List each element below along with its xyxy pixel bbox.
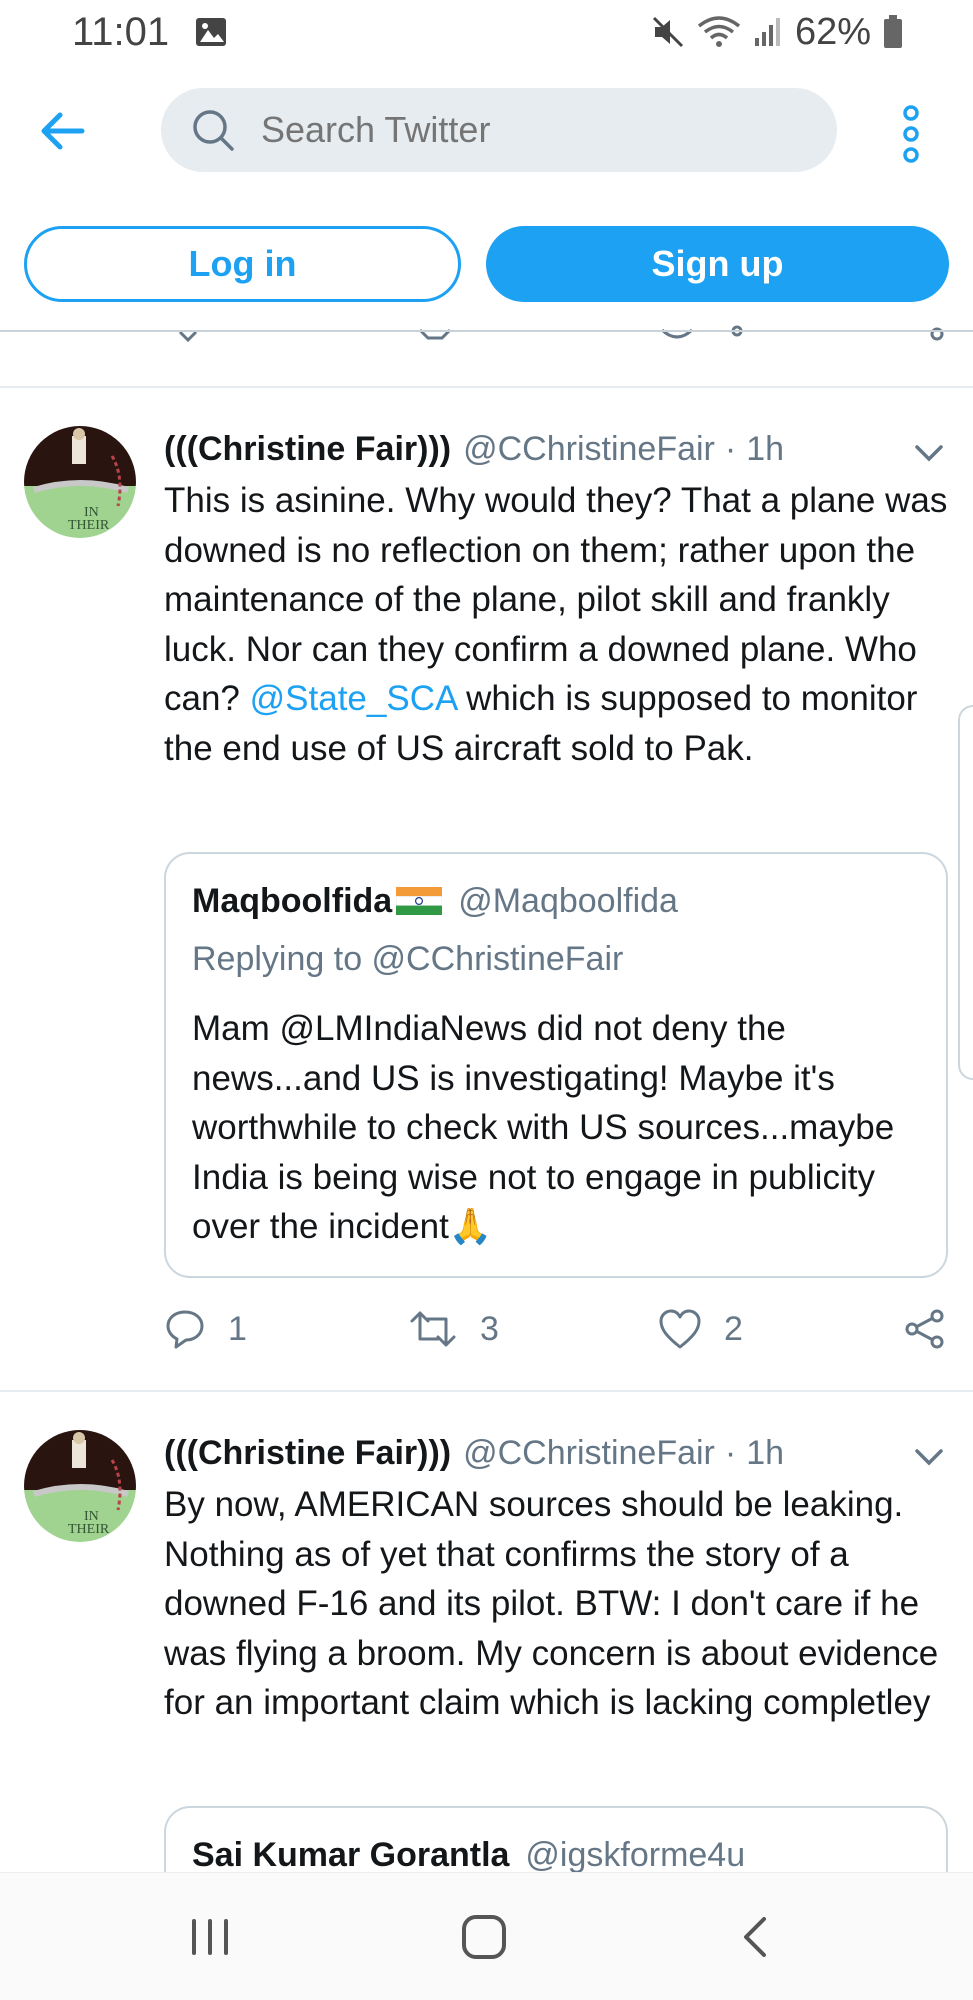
status-time: 11:01 <box>72 10 170 54</box>
wifi-icon <box>697 16 741 47</box>
avatar-image: IN THEIR <box>24 1430 136 1542</box>
tweet-timestamp[interactable]: 1h <box>746 430 784 469</box>
tweet-author-name[interactable]: (((Christine Fair))) <box>164 430 451 469</box>
retweet-count: 3 <box>480 1309 499 1348</box>
system-navigation-bar <box>0 1872 973 2000</box>
tweet-dot: · <box>724 1433 737 1472</box>
tweet-timestamp[interactable]: 1h <box>746 1434 784 1473</box>
quoted-tweet-text: Mam @LMIndiaNews did not deny the news..… <box>192 1009 895 1246</box>
scroll-indicator[interactable] <box>958 705 973 1080</box>
mention-link[interactable]: @State_SCA <box>250 679 457 718</box>
tweet-dot: · <box>724 429 737 468</box>
tweet-header: (((Christine Fair))) @CChristineFair · 1… <box>164 1428 784 1478</box>
india-flag-icon <box>396 887 443 915</box>
tweet-text: This is asinine. Why would they? That a … <box>164 476 954 773</box>
auth-buttons: Log in Sign up <box>0 226 973 302</box>
back-nav-icon[interactable] <box>740 1915 770 1959</box>
reply-count: 1 <box>228 1309 247 1348</box>
reply-button[interactable]: 1 <box>164 1304 247 1354</box>
login-button[interactable]: Log in <box>24 226 461 302</box>
tweet-author-handle[interactable]: @CChristineFair <box>463 430 715 469</box>
top-bar <box>0 86 973 176</box>
quoted-tweet-header: Maqboolfida @Maqboolfida <box>192 878 678 924</box>
retweet-icon <box>410 1311 456 1347</box>
quoted-author-name: Maqboolfida <box>192 881 393 920</box>
like-button[interactable]: 2 <box>658 1304 743 1354</box>
like-count: 2 <box>724 1309 743 1348</box>
avatar[interactable]: IN THEIR <box>24 1430 136 1542</box>
quoted-author-handle: @igskforme4u <box>525 1835 746 1874</box>
gallery-notification-icon <box>196 18 226 46</box>
chevron-down-icon[interactable] <box>914 1448 944 1466</box>
quoted-author-handle: @Maqboolfida <box>458 881 678 920</box>
signup-button[interactable]: Sign up <box>486 226 949 302</box>
search-icon <box>193 110 234 151</box>
reply-icon <box>166 1310 204 1349</box>
chevron-down-icon[interactable] <box>914 444 944 462</box>
back-arrow-icon[interactable] <box>38 110 86 152</box>
share-icon <box>905 1309 944 1349</box>
tweet-actions: 1 3 2 <box>164 1304 954 1354</box>
tweet-author-name[interactable]: (((Christine Fair))) <box>164 1434 451 1473</box>
share-button[interactable] <box>904 1304 946 1354</box>
search-box[interactable] <box>161 88 837 172</box>
retweet-button[interactable]: 3 <box>408 1304 499 1354</box>
more-options-icon[interactable] <box>896 104 926 164</box>
battery-icon <box>884 15 902 48</box>
search-input[interactable] <box>261 88 801 172</box>
tweet-text: By now, AMERICAN sources should be leaki… <box>164 1485 939 1722</box>
tweet-header: (((Christine Fair))) @CChristineFair · 1… <box>164 424 784 474</box>
status-bar: 11:01 62% <box>0 0 973 66</box>
mute-icon <box>652 16 683 48</box>
quoted-author-name: Sai Kumar Gorantla <box>192 1835 510 1874</box>
tweet[interactable]: IN THEIR (((Christine Fair))) @CChristin… <box>0 388 973 1388</box>
quoted-tweet[interactable]: Maqboolfida @Maqboolfida Replying to @CC… <box>164 852 948 1278</box>
tweet[interactable]: IN THEIR (((Christine Fair))) @CChristin… <box>0 1392 973 1926</box>
heart-icon <box>659 1309 701 1349</box>
recent-apps-icon[interactable] <box>188 1917 232 1957</box>
avatar-lettering: THEIR <box>68 1522 110 1537</box>
avatar-image: IN THEIR <box>24 426 136 538</box>
avatar-lettering: THEIR <box>68 518 110 533</box>
replying-to: Replying to @CChristineFair <box>192 940 624 978</box>
signal-icon <box>754 18 780 46</box>
avatar[interactable]: IN THEIR <box>24 426 136 538</box>
battery-percent: 62% <box>794 10 871 53</box>
tweet-author-handle[interactable]: @CChristineFair <box>463 1434 715 1473</box>
header-divider <box>0 330 973 332</box>
status-icons: 62% <box>651 10 903 54</box>
home-icon[interactable] <box>460 1913 508 1961</box>
